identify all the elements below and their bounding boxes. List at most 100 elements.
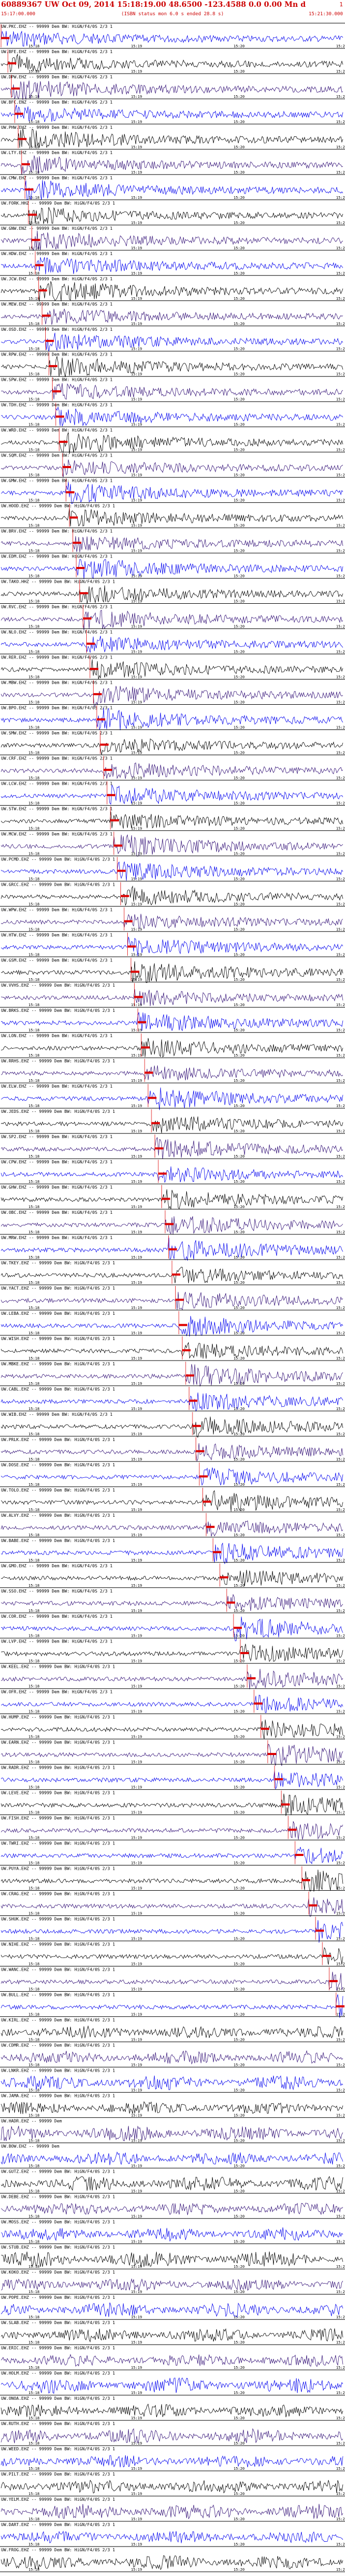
waveform-trace bbox=[1, 1467, 343, 1486]
waveform-trace bbox=[1, 1869, 343, 1892]
time-tick-label: 15:21 bbox=[336, 2265, 345, 2269]
time-tick-label: 15:19 bbox=[131, 1129, 142, 1133]
trace-label: UW.LON.EHZ -- 99999 Dem BW: HiGN/F4/0S 2… bbox=[1, 1033, 113, 1038]
trace-label: UW.HUMP.EHZ -- 99999 Dem BW: HiGN/F4/0S … bbox=[1, 1715, 115, 1720]
trace-label: UW.TDH.EHZ -- 99999 Dem BW: HiGN/F4/0S 2… bbox=[1, 403, 113, 408]
phase-pick-marker bbox=[309, 1904, 317, 1906]
time-tick-label: 15:19 bbox=[131, 1003, 142, 1007]
time-tick-label: 15:21 bbox=[336, 851, 345, 856]
trace-label: UW.LEBA.EHZ -- 99999 Dem BW: HiGN/F4/0S … bbox=[1, 1311, 115, 1316]
time-tick-label: 15:18 bbox=[28, 1028, 39, 1032]
trace-label: UW.MBKE.EHZ -- 99999 Dem BW: HiGN/F4/0S … bbox=[1, 1362, 115, 1366]
time-tick-label: 15:20 bbox=[234, 2568, 245, 2572]
time-tick-label: 15:19 bbox=[131, 1887, 142, 1891]
time-tick-label: 15:20 bbox=[234, 1609, 245, 1613]
waveform-trace bbox=[1, 482, 343, 504]
trace-label: UW.TKEY.EHZ -- 99999 Dem BW: HiGN/F4/0S … bbox=[1, 1261, 115, 1265]
trace-label: UW.HADR.EHZ -- 99999 Dem bbox=[1, 2118, 62, 2123]
time-tick-label: 15:21 bbox=[336, 1533, 345, 1537]
phase-pick-marker bbox=[138, 1021, 146, 1023]
time-tick-label: 15:18 bbox=[28, 2138, 39, 2143]
time-tick-label: 15:20 bbox=[234, 170, 245, 175]
waveform-trace bbox=[1, 861, 343, 881]
time-tick-label: 15:18 bbox=[28, 2088, 39, 2092]
time-tick-label: 15:18 bbox=[28, 2517, 39, 2521]
time-tick-label: 15:20 bbox=[234, 1685, 245, 1689]
time-tick-label: 15:20 bbox=[234, 196, 245, 200]
time-tick-label: 15:19 bbox=[131, 1053, 142, 1058]
time-tick-label: 15:21 bbox=[336, 297, 345, 301]
trace-label: UW.BOW.EHZ -- 99999 Dem bbox=[1, 2144, 59, 2148]
time-tick-label: 15:20 bbox=[234, 322, 245, 326]
time-tick-label: 15:20 bbox=[234, 751, 245, 755]
waveform-trace bbox=[1, 2377, 343, 2394]
time-tick-label: 15:19 bbox=[131, 2568, 142, 2572]
waveform-trace bbox=[1, 2025, 343, 2039]
waveform-trace bbox=[1, 2152, 343, 2165]
phase-pick-marker bbox=[175, 1299, 184, 1301]
time-tick-label: 15:18 bbox=[28, 2290, 39, 2294]
phase-pick-marker bbox=[15, 113, 23, 115]
waveform-trace bbox=[1, 2303, 343, 2317]
time-tick-label: 15:20 bbox=[234, 448, 245, 452]
time-tick-label: 15:18 bbox=[28, 1786, 39, 1790]
time-tick-label: 15:18 bbox=[28, 1281, 39, 1285]
waveform-trace bbox=[1, 2503, 343, 2519]
time-tick-label: 15:21 bbox=[336, 1735, 345, 1739]
time-tick-label: 15:20 bbox=[234, 2517, 245, 2521]
time-tick-label: 15:18 bbox=[28, 978, 39, 982]
trace-label: UW.SPW.EHZ -- 99999 Dem BW: HiGN/F4/0S 2… bbox=[1, 378, 113, 382]
waveform-trace bbox=[1, 885, 343, 906]
time-tick-label: 15:20 bbox=[234, 44, 245, 48]
waveform-trace bbox=[1, 610, 343, 631]
time-tick-label: 15:19 bbox=[131, 2214, 142, 2218]
time-tick-label: 15:20 bbox=[234, 1230, 245, 1234]
time-tick-label: 15:19 bbox=[131, 1811, 142, 1815]
waveform-trace bbox=[1, 2227, 343, 2242]
phase-pick-marker bbox=[213, 1551, 221, 1554]
waveform-trace bbox=[1, 1364, 343, 1387]
time-tick-label: 15:21 bbox=[336, 877, 345, 881]
trace-label: UW.PUYA.EHZ -- 99999 Dem BW: HiGN/F4/0S … bbox=[1, 1867, 115, 1871]
time-tick-label: 15:21 bbox=[336, 2542, 345, 2547]
trace-label: UW.GHW.EHZ -- 99999 Dem BW: HiGN/F4/0S 2… bbox=[1, 1185, 113, 1190]
time-tick-label: 15:21 bbox=[336, 1483, 345, 1487]
time-tick-label: 15:18 bbox=[28, 1659, 39, 1664]
time-tick-label: 15:20 bbox=[234, 1281, 245, 1285]
waveform-trace bbox=[1, 309, 343, 325]
trace-label: UW.GMW.EHZ -- 99999 Dem BW: HiGN/F4/0S 2… bbox=[1, 479, 113, 483]
time-tick-label: 15:21 bbox=[336, 776, 345, 780]
time-tick-label: 15:18 bbox=[28, 1483, 39, 1487]
waveform-trace bbox=[1, 585, 343, 604]
time-tick-label: 15:20 bbox=[234, 1533, 245, 1537]
phase-pick-marker bbox=[52, 390, 61, 393]
time-tick-label: 15:18 bbox=[28, 851, 39, 856]
time-tick-label: 15:18 bbox=[28, 1432, 39, 1436]
time-tick-label: 15:18 bbox=[28, 1735, 39, 1739]
time-tick-label: 15:20 bbox=[234, 423, 245, 427]
waveform-trace bbox=[1, 1392, 343, 1412]
time-tick-label: 15:20 bbox=[234, 2189, 245, 2193]
time-tick-label: 15:20 bbox=[234, 700, 245, 704]
time-tick-label: 15:20 bbox=[234, 2290, 245, 2294]
waveform-trace bbox=[1, 1793, 343, 1816]
trace-label: UW.RER.EHZ -- 99999 Dem BW: HiGN/F4/0S 2… bbox=[1, 655, 113, 660]
time-tick-label: 15:21 bbox=[336, 1836, 345, 1840]
phase-pick-marker bbox=[281, 1803, 290, 1806]
trace-label: UW.EARN.EHZ -- 99999 Dem BW: HiGN/F4/0S … bbox=[1, 1740, 115, 1745]
trace-label: UW.TWRI.EHZ -- 99999 Dem BW: HiGN/F4/0S … bbox=[1, 1841, 115, 1846]
trace-label: UW.OSD.EHZ -- 99999 Dem BW: HiGN/F4/0S 2… bbox=[1, 327, 113, 332]
trace-label: UW.PILT.EHZ -- 99999 Dem BW: HiGN/F4/0S … bbox=[1, 2472, 115, 2477]
waveform-trace bbox=[1, 459, 343, 478]
trace-label: UW.HTW.EHZ -- 99999 Dem BW: HiGN/F4/0S 2… bbox=[1, 932, 113, 937]
time-tick-label: 15:18 bbox=[28, 2492, 39, 2496]
phase-pick-marker bbox=[254, 1702, 262, 1705]
trace-label: UW.CDMR.EHZ -- 99999 Dem BW: HiGN/F4/0S … bbox=[1, 2043, 115, 2047]
trace-label: UW.KIRL.EHZ -- 99999 Dem BW: HiGN/F4/0S … bbox=[1, 2017, 115, 2022]
waveform-trace bbox=[1, 659, 343, 680]
waveform-trace bbox=[1, 1520, 343, 1537]
time-tick-label: 15:21 bbox=[336, 549, 345, 553]
time-tick-label: 15:21 bbox=[336, 1710, 345, 1714]
time-tick-label: 15:21 bbox=[336, 322, 345, 326]
phase-pick-marker bbox=[110, 819, 119, 822]
